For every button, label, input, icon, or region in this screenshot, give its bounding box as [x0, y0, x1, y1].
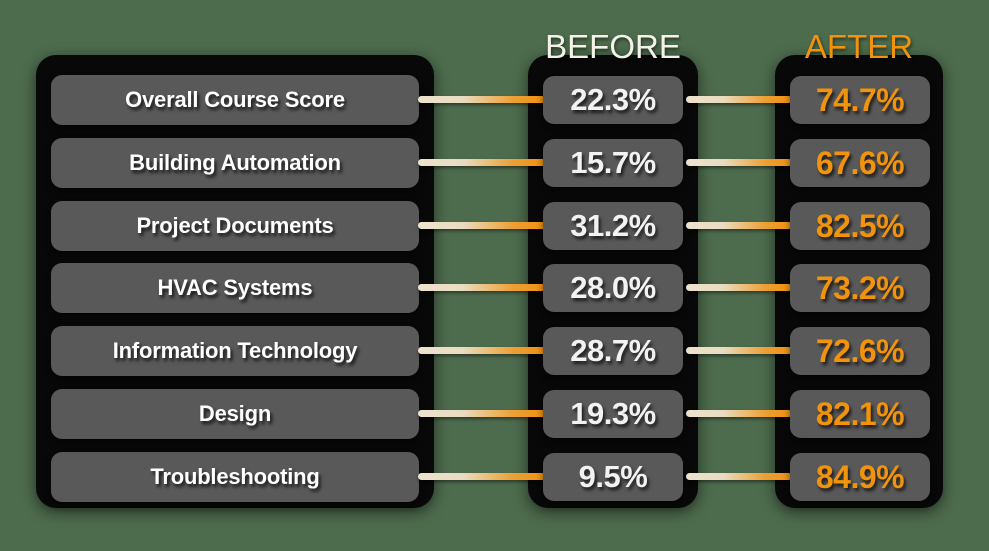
connector-label-to-before: [418, 284, 546, 291]
after-value-chip: 73.2%: [790, 264, 930, 312]
before-value: 9.5%: [578, 459, 648, 494]
before-value: 28.7%: [570, 333, 656, 368]
after-value-chip: 74.7%: [790, 76, 930, 124]
connector-label-to-before: [418, 96, 546, 103]
connector-before-to-after: [686, 473, 792, 480]
before-value-chip: 28.7%: [543, 327, 683, 375]
label-chip: Building Automation: [51, 138, 419, 188]
after-value-chip: 82.5%: [790, 202, 930, 250]
column-header-after: AFTER: [804, 28, 914, 65]
before-value: 22.3%: [570, 82, 656, 117]
after-value: 73.2%: [815, 269, 905, 306]
after-value: 82.5%: [815, 207, 905, 244]
after-value: 82.1%: [815, 395, 905, 432]
before-value-chip: 22.3%: [543, 76, 683, 124]
row-label: Design: [198, 401, 272, 426]
row-label: HVAC Systems: [157, 275, 313, 300]
after-value-chip: 82.1%: [790, 390, 930, 438]
after-value: 72.6%: [815, 332, 905, 369]
label-chip: Troubleshooting: [51, 452, 419, 502]
connector-before-to-after: [686, 159, 792, 166]
before-value-chip: 15.7%: [543, 139, 683, 187]
label-chip: Design: [51, 389, 419, 439]
connector-before-to-after: [686, 347, 792, 354]
connector-before-to-after: [686, 410, 792, 417]
infographic-canvas: BEFORE AFTER Overall Course Score 22.3% 74…: [0, 0, 989, 551]
row-label: Troubleshooting: [150, 464, 320, 489]
row-label: Building Automation: [129, 150, 341, 175]
after-value-chip: 84.9%: [790, 453, 930, 501]
connector-label-to-before: [418, 410, 546, 417]
row-label: Project Documents: [136, 213, 334, 238]
label-chip: Project Documents: [51, 201, 419, 251]
connector-label-to-before: [418, 347, 546, 354]
before-value-chip: 19.3%: [543, 390, 683, 438]
after-value: 67.6%: [815, 144, 905, 181]
row-label: Overall Course Score: [125, 87, 345, 112]
label-chip: HVAC Systems: [51, 263, 419, 313]
connector-before-to-after: [686, 284, 792, 291]
after-value: 84.9%: [815, 458, 905, 495]
after-value-chip: 67.6%: [790, 139, 930, 187]
before-value: 28.0%: [570, 270, 656, 305]
before-value: 15.7%: [570, 145, 656, 180]
after-value-chip: 72.6%: [790, 327, 930, 375]
before-value: 19.3%: [570, 396, 656, 431]
connector-label-to-before: [418, 473, 546, 480]
label-chip: Overall Course Score: [51, 75, 419, 125]
label-chip: Information Technology: [51, 326, 419, 376]
after-value: 74.7%: [815, 81, 905, 118]
row-label: Information Technology: [112, 338, 358, 363]
before-value: 31.2%: [570, 208, 656, 243]
connector-before-to-after: [686, 96, 792, 103]
connector-label-to-before: [418, 159, 546, 166]
before-value-chip: 31.2%: [543, 202, 683, 250]
connector-label-to-before: [418, 222, 546, 229]
connector-before-to-after: [686, 222, 792, 229]
before-value-chip: 28.0%: [543, 264, 683, 312]
column-header-before: BEFORE: [545, 28, 681, 65]
before-value-chip: 9.5%: [543, 453, 683, 501]
